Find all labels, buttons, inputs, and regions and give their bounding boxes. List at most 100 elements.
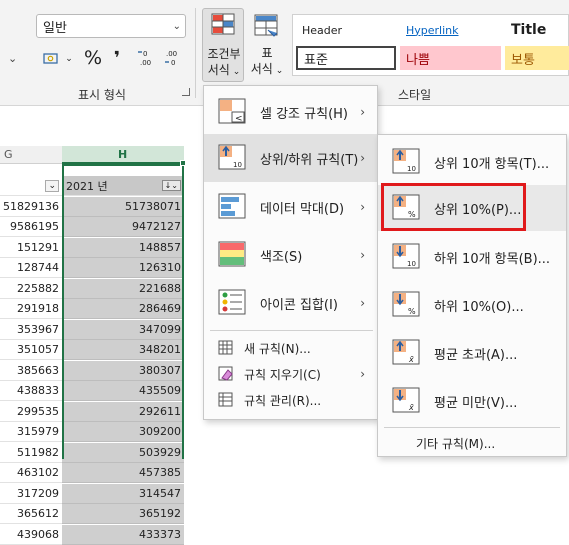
decrease-decimal-button[interactable]: .00 0 [162,46,184,70]
cell-h[interactable]: 457385 [62,463,184,483]
submenu-top-10-items[interactable]: 10 상위 10개 항목(T)... [378,141,566,183]
menu-clear-rules[interactable]: 규칙 지우기(C) › [204,362,377,386]
currency-icon [43,53,58,64]
svg-text:%: % [408,307,416,316]
cell-g[interactable]: 317209 [0,484,62,504]
percent-style-button[interactable]: % [82,46,104,70]
submenu-bottom-10-items[interactable]: 10 하위 10개 항목(B)... [378,235,566,279]
cell-h[interactable]: 292611 [62,401,184,422]
chevron-down-icon[interactable]: ⌄ [8,52,17,65]
above-average-icon: x̄ [392,339,420,365]
data-bars-icon [218,193,246,219]
chevron-right-icon: › [360,367,365,381]
filter-dropdown-icon[interactable]: ⌄ [45,179,59,192]
cell-g[interactable]: 511982 [0,443,62,463]
cell-h[interactable]: 9472127 [62,217,184,237]
style-hyperlink[interactable]: Hyperlink [400,18,500,42]
cell-h[interactable]: 380307 [62,360,184,381]
cell-g[interactable]: 9586195 [0,217,62,237]
number-format-dropdown[interactable]: 일반 ⌄ [36,14,186,38]
cell-h[interactable]: 348201 [62,340,184,360]
format-as-table-button[interactable]: 표 서식 ⌄ [248,10,286,82]
highlight-cells-icon: < [218,98,246,124]
cell-h[interactable]: 221688 [62,278,184,299]
cell-g[interactable]: 365612 [0,504,62,524]
submenu-label: 평균 초과(A)... [434,347,518,363]
cell-g[interactable]: 438833 [0,381,62,401]
chevron-down-icon: ⌄ [65,54,73,64]
menu-top-bottom-rules[interactable]: 10 상위/하위 규칙(T) › [204,134,377,182]
style-bad[interactable]: 나쁨 [400,46,501,70]
filter-cell-g[interactable]: ⌄ [0,176,62,196]
cell-h[interactable]: 286469 [62,299,184,319]
svg-text:.00: .00 [166,50,177,58]
cell-h[interactable]: 347099 [62,319,184,340]
cell-h[interactable]: 51738071 [62,196,184,217]
increase-decimal-button[interactable]: 0.00 [136,46,158,70]
cell-g[interactable]: 151291 [0,238,62,258]
style-neutral[interactable]: 보통 [505,46,569,70]
style-title[interactable]: Title [505,18,569,42]
submenu-label: 하위 10개 항목(B)... [434,251,551,267]
svg-text:x̄: x̄ [408,403,414,412]
chevron-right-icon: › [360,296,365,310]
cell-g[interactable]: 463102 [0,463,62,483]
cell-h[interactable]: 314547 [62,483,184,504]
menu-data-bars[interactable]: 데이터 막대(D) › [204,184,377,230]
filter-sort-icon[interactable]: ↓⌄ [161,180,181,191]
menu-new-rule[interactable]: 새 규칙(N)... [204,336,377,360]
cell-g[interactable]: 128744 [0,258,62,278]
cell-h[interactable]: 309200 [62,422,184,442]
comma-style-button[interactable]: ❜ [108,46,126,70]
icon-sets-icon [218,289,246,315]
cell-g[interactable]: 439068 [0,525,62,545]
menu-manage-rules[interactable]: 규칙 관리(R)... [204,388,377,412]
cell-g[interactable]: 385663 [0,361,62,381]
cell-h[interactable]: 365192 [62,504,184,524]
menu-icon-sets[interactable]: 아이콘 집합(I) › [204,280,377,326]
cell-g[interactable]: 225882 [0,279,62,299]
conditional-format-icon [211,13,235,35]
submenu-more-rules[interactable]: 기타 규칙(M)... [378,431,566,455]
header-cell-h[interactable]: 2021 년 ↓⌄ [62,176,184,196]
conditional-format-label-1: 조건부 [207,47,241,61]
conditional-format-label-2-row: 서식 ⌄ [205,61,243,78]
cell-h[interactable]: 435509 [62,381,184,401]
cell-h[interactable]: 503929 [62,442,184,463]
cell-g[interactable]: 315979 [0,422,62,442]
cell-h[interactable]: 126310 [62,258,184,278]
menu-color-scales[interactable]: 색조(S) › [204,232,377,278]
conditional-formatting-button[interactable]: 조건부 서식 ⌄ [202,8,244,82]
cell-g[interactable]: 51829136 [0,197,62,217]
menu-highlight-cells-rules[interactable]: < 셀 강조 규칙(H) › [204,90,377,134]
cell-g[interactable]: 291918 [0,299,62,319]
menu-label-highlight: 셀 강조 규칙(H) [260,106,348,122]
menu-separator [210,330,373,331]
submenu-above-average[interactable]: x̄ 평균 초과(A)... [378,331,566,375]
style-header[interactable]: Header [296,18,396,42]
svg-text:0: 0 [171,59,175,67]
fill-handle[interactable] [180,160,186,166]
submenu-bottom-10-percent[interactable]: % 하위 10%(O)... [378,283,566,327]
conditional-formatting-menu: < 셀 강조 규칙(H) › 10 상위/하위 규칙(T) › 데이터 막대(D… [203,85,378,420]
submenu-label: 하위 10%(O)... [434,299,524,315]
svg-text:10: 10 [407,165,416,173]
chevron-down-icon: ⌄ [272,66,284,76]
chevron-right-icon: › [360,105,365,119]
style-normal[interactable]: 표준 [296,46,396,70]
dialog-launcher-icon[interactable] [182,88,190,96]
chevron-right-icon: › [360,248,365,262]
chevron-down-icon: ⌄ [172,20,181,32]
cell-g[interactable]: 351057 [0,340,62,360]
submenu-below-average[interactable]: x̄ 평균 미만(V)... [378,379,566,423]
column-header-g[interactable]: G [0,146,62,164]
cell-h[interactable]: 433373 [62,524,184,545]
menu-separator [384,427,560,428]
cell-g[interactable]: 353967 [0,320,62,340]
accounting-format-button[interactable]: ⌄ [40,48,76,70]
column-header-h[interactable]: H [62,146,184,164]
cell-g[interactable]: 299535 [0,402,62,422]
cell-h[interactable]: 148857 [62,237,184,258]
manage-rules-icon [218,392,233,407]
conditional-format-label-2: 서식 [207,63,230,77]
